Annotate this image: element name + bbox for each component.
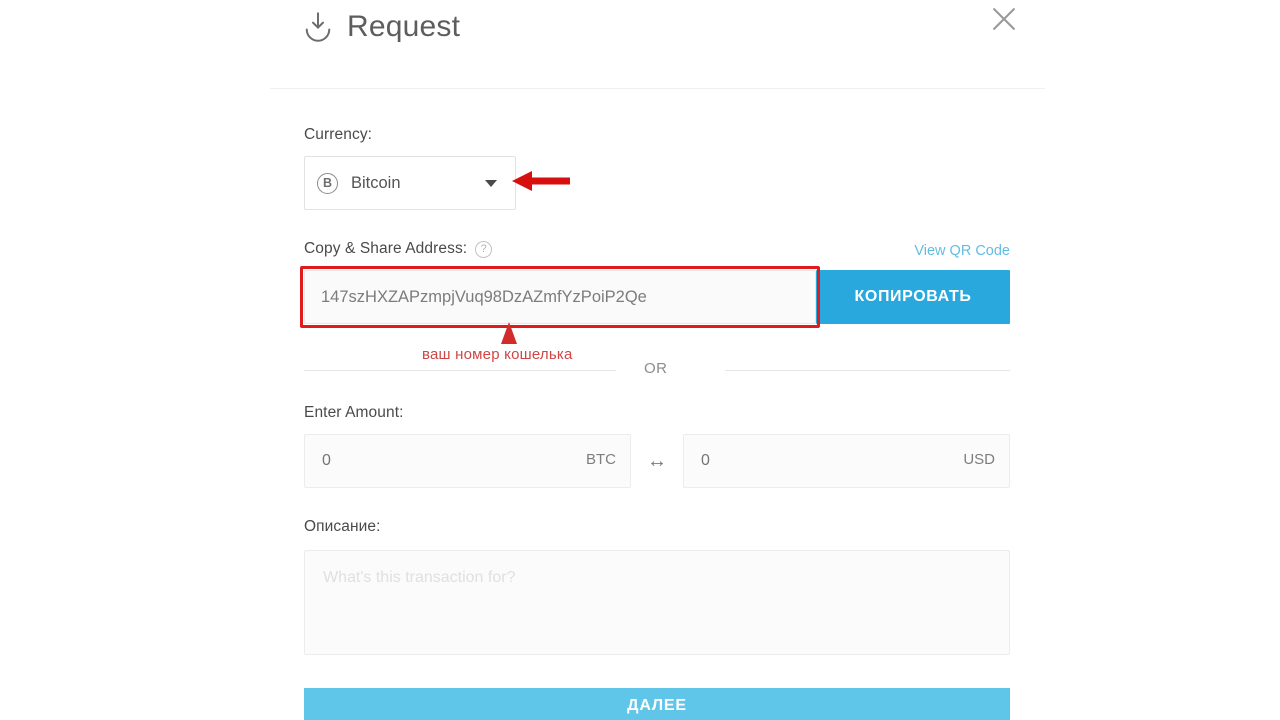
address-label: Copy & Share Address: xyxy=(304,240,468,257)
chevron-down-icon xyxy=(485,179,497,187)
fiat-unit-label: USD xyxy=(963,451,995,468)
fiat-amount-input[interactable] xyxy=(683,434,1010,488)
divider-line-right xyxy=(725,370,1010,371)
page-title: Request xyxy=(303,10,460,44)
download-icon xyxy=(303,10,333,44)
copy-button[interactable]: КОПИРОВАТЬ xyxy=(816,270,1010,324)
address-input[interactable] xyxy=(304,270,816,324)
modal-header: Request xyxy=(270,0,1045,88)
up-arrow-icon xyxy=(500,322,518,344)
fiat-amount-field: USD xyxy=(683,434,1010,488)
or-divider: OR xyxy=(304,360,1010,380)
currency-select[interactable]: B Bitcoin xyxy=(304,156,516,210)
close-icon[interactable] xyxy=(987,2,1021,36)
description-textarea[interactable] xyxy=(304,550,1010,655)
modal-title-text: Request xyxy=(347,10,461,43)
wallet-number-annotation: ваш номер кошелька xyxy=(422,346,573,363)
bitcoin-icon: B xyxy=(317,172,338,194)
crypto-amount-input[interactable] xyxy=(304,434,631,488)
continue-button[interactable]: ДАЛЕЕ xyxy=(304,688,1010,720)
address-input-wrap xyxy=(300,266,820,328)
divider-line-left xyxy=(304,370,616,371)
help-icon[interactable]: ? xyxy=(475,240,493,258)
or-label: OR xyxy=(644,360,668,377)
request-modal: Request Currency: B Bitcoin Copy & Share… xyxy=(0,0,1280,720)
description-section: Описание: xyxy=(304,518,1010,655)
currency-label: Currency: xyxy=(304,126,373,143)
swap-icon: ↔ xyxy=(647,449,667,472)
amount-label: Enter Amount: xyxy=(304,404,404,421)
amount-row: BTC ↔ USD xyxy=(304,434,1010,488)
amount-section: Enter Amount: BTC ↔ USD xyxy=(304,404,1010,488)
crypto-amount-field: BTC xyxy=(304,434,631,488)
crypto-unit-label: BTC xyxy=(586,451,616,468)
currency-section: Currency: B Bitcoin xyxy=(304,126,1010,210)
address-section: Copy & Share Address: ? View QR Code КОП… xyxy=(300,240,1010,328)
currency-selected-value: Bitcoin xyxy=(351,173,401,192)
header-divider xyxy=(270,88,1045,89)
left-arrow-icon xyxy=(512,168,570,194)
address-row: КОПИРОВАТЬ xyxy=(300,266,1010,328)
view-qr-code-link[interactable]: View QR Code xyxy=(914,243,1010,259)
description-label: Описание: xyxy=(304,518,381,535)
address-label-row: Copy & Share Address: ? xyxy=(304,240,1010,258)
